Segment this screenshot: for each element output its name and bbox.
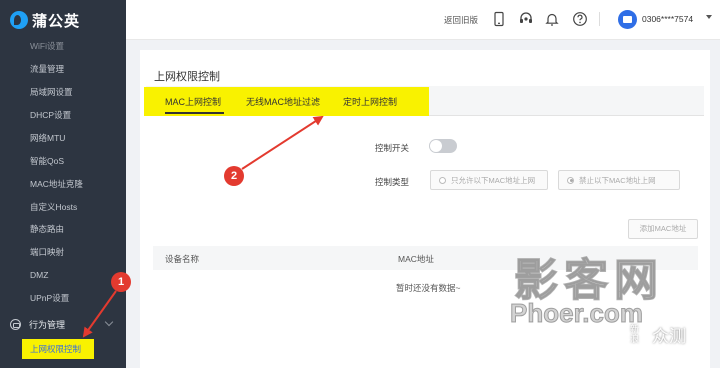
page-title: 上网权限控制: [154, 71, 220, 83]
headset-icon[interactable]: [518, 11, 534, 27]
active-tab-underline: [165, 112, 224, 114]
mobile-icon[interactable]: [491, 11, 507, 27]
sidebar-group-behavior[interactable]: 行为管理: [10, 316, 118, 332]
sidebar-group-label: 行为管理: [29, 319, 66, 330]
empty-table-message: 暂时还没有数据~: [396, 283, 461, 293]
column-device-name: 设备名称: [165, 254, 200, 264]
sidebar-item-mtu[interactable]: 网络MTU: [30, 130, 65, 146]
control-switch-label: 控制开关: [375, 143, 410, 153]
bell-icon[interactable]: [544, 11, 560, 27]
logo-text: 蒲公英: [32, 12, 81, 30]
sidebar-item-upnp[interactable]: UPnP设置: [30, 290, 69, 306]
sidebar-item-qos[interactable]: 智能QoS: [30, 153, 64, 169]
control-switch-toggle[interactable]: [429, 139, 457, 153]
dandelion-logo-icon: [10, 11, 28, 29]
avatar[interactable]: [618, 10, 637, 29]
header-divider: [599, 12, 600, 26]
user-account[interactable]: 0306****7574: [642, 14, 693, 24]
sidebar-item-dmz[interactable]: DMZ: [30, 267, 48, 283]
annotation-badge-2: 2: [224, 166, 244, 186]
annotation-badge-1: 1: [111, 272, 131, 292]
sidebar: 蒲公英 WiFi设置 流量管理 局域网设置 DHCP设置 网络MTU 智能QoS…: [0, 0, 126, 368]
watermark-domain: Phoer.com: [510, 298, 644, 329]
old-version-link[interactable]: 返回旧版: [444, 14, 478, 26]
tab-wireless-mac-filter[interactable]: 无线MAC地址过滤: [246, 95, 320, 108]
column-mac-address: MAC地址: [398, 254, 434, 264]
sidebar-item-hosts[interactable]: 自定义Hosts: [30, 199, 77, 215]
sidebar-item-static-route[interactable]: 静态路由: [30, 221, 64, 237]
sidebar-item-mac-clone[interactable]: MAC地址克隆: [30, 176, 83, 192]
tab-scheduled-access[interactable]: 定时上网控制: [343, 95, 397, 108]
sidebar-item-port-mapping[interactable]: 端口映射: [30, 244, 64, 260]
logo[interactable]: 蒲公英: [0, 0, 126, 40]
caret-down-icon[interactable]: [706, 15, 712, 19]
radio-unselected-icon: [439, 176, 446, 184]
add-mac-button[interactable]: 添加MAC地址: [628, 219, 698, 239]
sidebar-item-dhcp[interactable]: DHCP设置: [30, 107, 71, 123]
deny-mac-option[interactable]: 禁止以下MAC地址上网: [558, 170, 680, 190]
sidebar-item-lan[interactable]: 局域网设置: [30, 84, 73, 100]
radio-selected-icon: [567, 176, 574, 184]
sidebar-item-access-control[interactable]: 上网权限控制: [22, 339, 94, 359]
sidebar-item-wifi-settings[interactable]: WiFi设置: [30, 38, 64, 54]
watermark-corner-large: 众测: [652, 327, 686, 346]
chevron-down-icon: [104, 317, 114, 327]
help-icon[interactable]: [572, 11, 588, 27]
deny-mac-option-label: 禁止以下MAC地址上网: [579, 175, 656, 185]
behavior-icon: [10, 318, 21, 330]
top-header: 返回旧版 0306****7574: [126, 0, 720, 40]
control-type-label: 控制类型: [375, 177, 410, 187]
allow-mac-option[interactable]: 只允许以下MAC地址上网: [430, 170, 548, 190]
allow-mac-option-label: 只允许以下MAC地址上网: [451, 175, 536, 185]
sidebar-item-traffic[interactable]: 流量管理: [30, 61, 64, 77]
tab-mac-access[interactable]: MAC上网控制: [165, 95, 221, 108]
watermark-corner-small: 新浪: [630, 324, 640, 344]
